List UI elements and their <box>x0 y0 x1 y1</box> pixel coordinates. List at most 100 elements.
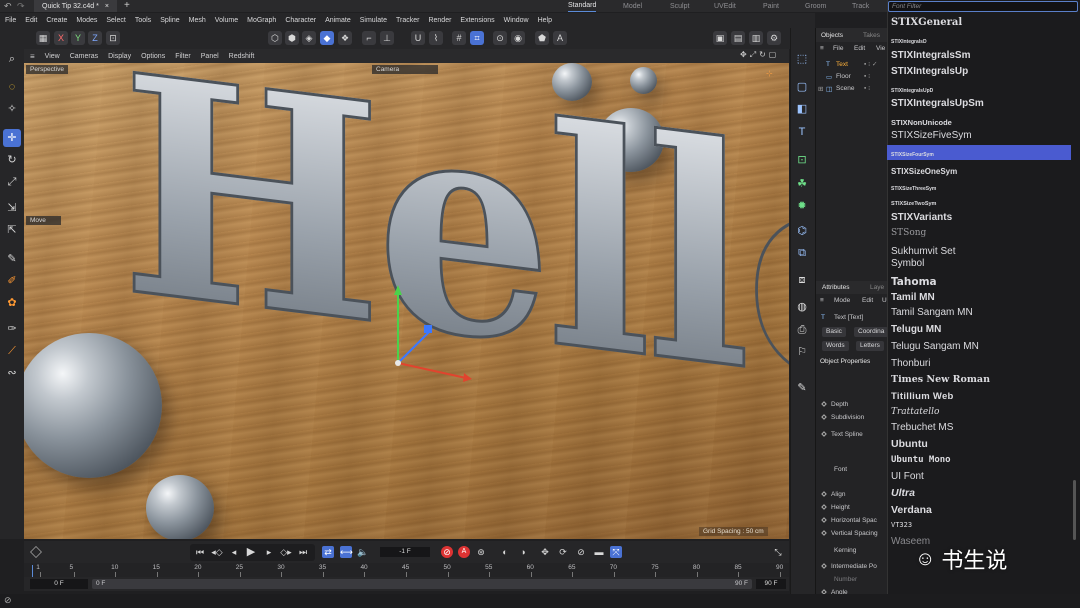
property-row[interactable]: Font <box>834 466 847 473</box>
attr-tab-basic[interactable]: Basic <box>822 327 846 337</box>
attributes-menu-mode[interactable]: Mode <box>834 297 850 304</box>
keyframe-diamond-icon[interactable] <box>821 401 827 407</box>
visibility-toggle-icon[interactable]: ▪ ⁝ ✓ <box>864 60 877 68</box>
font-item[interactable]: STIXVariants <box>891 212 952 223</box>
visibility-toggle-icon[interactable]: ▪ ⁝ <box>864 84 870 92</box>
play-icon[interactable]: ▶ <box>245 546 257 558</box>
brush-icon[interactable]: ✑ <box>3 320 21 338</box>
points-mode-icon[interactable]: ⬡ <box>268 31 282 45</box>
edit-icon[interactable]: ✎ <box>793 379 811 397</box>
render-to-viewer-icon[interactable]: ▥ <box>749 31 763 45</box>
solo-icon[interactable]: ◉ <box>511 31 525 45</box>
viewport-menu-view[interactable]: View <box>45 53 60 60</box>
render-queue-icon[interactable]: ⚙ <box>767 31 781 45</box>
attr-tab-coordinates[interactable]: Coordina <box>854 327 887 337</box>
spline-pen-icon[interactable]: ✎ <box>3 250 21 268</box>
menu-render[interactable]: Render <box>428 17 451 24</box>
font-item[interactable]: Titillium Web <box>891 391 954 402</box>
scale-tool-icon[interactable]: ⤢ <box>3 173 21 191</box>
property-row[interactable]: Vertical Spacing <box>821 530 878 537</box>
font-item[interactable]: Tamil MN <box>891 292 935 303</box>
property-row[interactable]: Text Spline <box>821 431 863 438</box>
font-item[interactable]: Times New Roman <box>891 374 990 385</box>
search-icon[interactable]: ⌕ <box>3 50 21 68</box>
keyframe-selection-icon[interactable]: ⊛ <box>475 546 487 558</box>
attr-tab-words[interactable]: Words <box>822 341 849 351</box>
objects-menu-file[interactable]: File <box>833 45 843 52</box>
menu-help[interactable]: Help <box>538 17 552 24</box>
coordinate-system-icon[interactable]: ⊡ <box>106 31 120 45</box>
redshift-icon[interactable]: ⬟ <box>535 31 549 45</box>
menu-modes[interactable]: Modes <box>76 17 97 24</box>
layout-tab-groom[interactable]: Groom <box>805 0 826 12</box>
extrude-icon[interactable]: ⇱ <box>3 221 21 239</box>
font-item[interactable]: Ultra <box>891 487 915 499</box>
font-list-scrollbar[interactable] <box>1073 480 1076 540</box>
redo-icon[interactable]: ↷ <box>17 1 25 12</box>
font-item[interactable]: STIXSizeFiveSym <box>891 130 972 141</box>
font-item[interactable]: Tahoma <box>891 276 937 288</box>
record-icon[interactable]: ⊘ <box>441 546 453 558</box>
autokey-icon[interactable]: A <box>458 546 470 558</box>
key-parameter-icon[interactable]: ▬ <box>593 546 605 558</box>
expand-icon[interactable]: ⊞ <box>818 85 823 93</box>
font-item[interactable]: STSong <box>891 228 926 238</box>
texture-mode-icon[interactable]: ❖ <box>338 31 352 45</box>
cube-icon[interactable]: ◧ <box>793 100 811 118</box>
font-item[interactable]: STIXIntegralsUp <box>891 66 968 77</box>
menu-animate[interactable]: Animate <box>325 17 351 24</box>
menu-character[interactable]: Character <box>285 17 316 24</box>
menu-select[interactable]: Select <box>106 17 125 24</box>
hamburger-icon[interactable]: ≡ <box>820 45 824 52</box>
live-selection-icon[interactable]: ◌ <box>3 78 21 96</box>
font-item[interactable]: Verdana <box>891 504 932 516</box>
render-settings-icon[interactable]: A <box>553 31 567 45</box>
snap-settings-icon[interactable]: ⌇ <box>429 31 443 45</box>
locked-workplane-icon[interactable]: ⊙ <box>493 31 507 45</box>
undo-icon[interactable]: ↶ <box>4 1 12 12</box>
font-item[interactable]: STIXIntegralsUpD <box>891 88 933 94</box>
model-mode-icon[interactable]: ▦ <box>36 31 50 45</box>
loop-icon[interactable]: ⇄ <box>322 546 334 558</box>
layout-tab-standard[interactable]: Standard <box>568 0 597 12</box>
font-item[interactable]: Trebuchet MS <box>891 422 953 433</box>
workplane-icon[interactable]: ⌐ <box>362 31 376 45</box>
motion-record-icon[interactable]: ◐ <box>499 546 511 558</box>
property-row[interactable]: Horizontal Spac <box>821 517 877 524</box>
generator-icon[interactable]: ⊡ <box>793 151 811 169</box>
scene-icon[interactable]: ⧈ <box>793 271 811 289</box>
go-to-end-icon[interactable]: ⏭ <box>297 546 309 558</box>
font-item[interactable]: Telugu Sangam MN <box>891 341 979 352</box>
font-item[interactable]: STIXSizeTwoSym <box>891 201 936 207</box>
preview-range-slider[interactable]: 0 F 90 F <box>92 579 752 589</box>
menu-mograph[interactable]: MoGraph <box>247 17 276 24</box>
font-item[interactable]: STIXIntegralsUpSm <box>891 98 984 109</box>
go-to-start-icon[interactable]: ⏮ <box>194 546 206 558</box>
timeline-ruler[interactable]: 1 5 10 15 20 25 30 35 40 45 50 55 60 65 70 75 80 85 90 <box>24 563 789 577</box>
tab-objects[interactable]: Objects <box>821 32 843 39</box>
keyframe-diamond-icon[interactable] <box>821 491 827 497</box>
add-tab-button[interactable]: + <box>124 0 130 11</box>
object-row-floor[interactable]: ▭ Floor ▪ ⁝ <box>816 71 887 82</box>
bend-icon[interactable]: ⌬ <box>793 222 811 240</box>
knife-icon[interactable]: ⟋ <box>3 342 21 360</box>
font-item[interactable]: STIXIntegralsSm <box>891 50 970 61</box>
pla-icon[interactable]: ◑ <box>517 546 529 558</box>
keyframe-diamond-icon[interactable] <box>821 504 827 510</box>
menu-window[interactable]: Window <box>504 17 529 24</box>
keyframe-diamond-icon[interactable] <box>821 414 827 420</box>
sound-icon[interactable]: 🔈 <box>357 546 369 558</box>
select-icon[interactable]: ✧ <box>3 100 21 118</box>
playhead[interactable] <box>32 565 33 577</box>
move-tool-icon[interactable]: ✛ <box>3 129 21 147</box>
keyframe-diamond-icon[interactable] <box>821 589 827 594</box>
tab-takes[interactable]: Takes <box>863 32 880 39</box>
object-mode-icon[interactable]: ◆ <box>320 31 334 45</box>
property-row[interactable]: Align <box>821 491 845 498</box>
previous-frame-icon[interactable]: ◂ <box>228 546 240 558</box>
font-item[interactable]: UI Font <box>891 471 924 482</box>
tab-layers[interactable]: Laye <box>870 284 884 291</box>
key-position-icon[interactable]: ✥ <box>539 546 551 558</box>
snap-enable-icon[interactable]: ⌗ <box>470 31 484 45</box>
menu-spline[interactable]: Spline <box>160 17 179 24</box>
